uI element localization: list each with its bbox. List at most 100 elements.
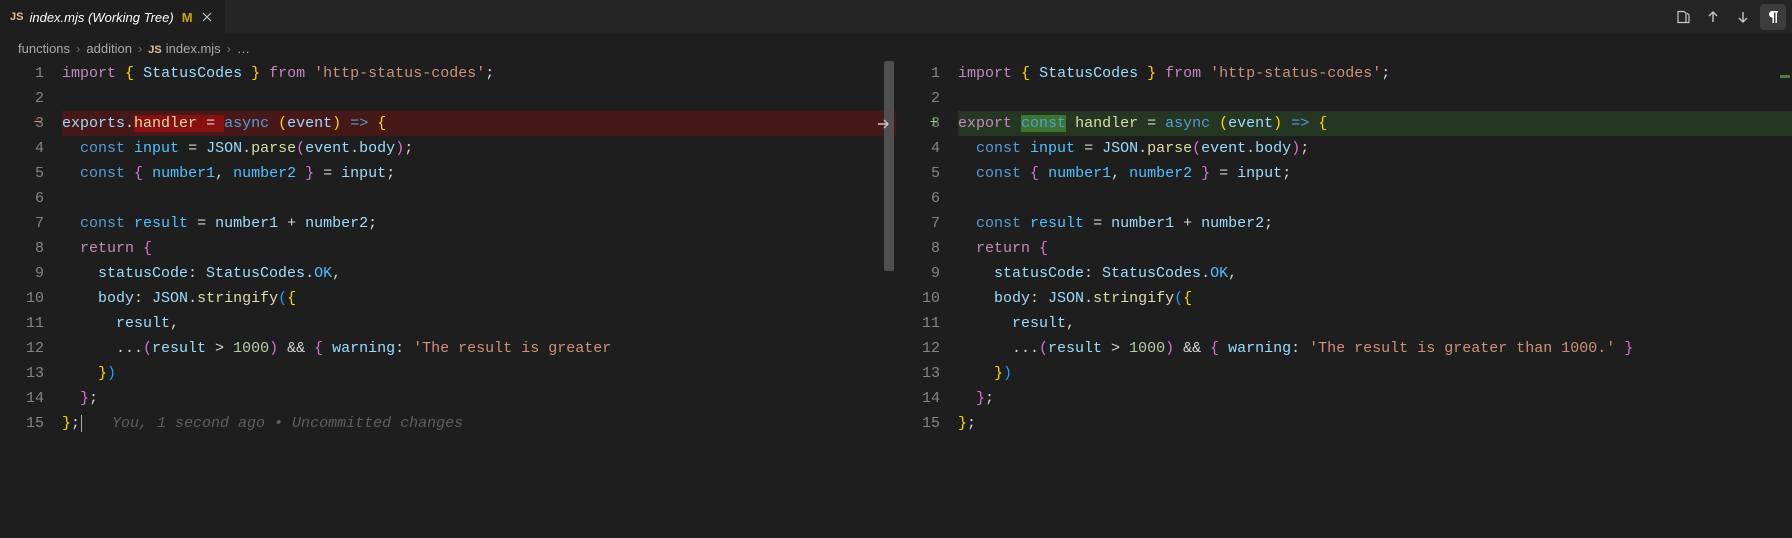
code-line[interactable]: ...(result > 1000) && { warning: 'The re… xyxy=(62,336,896,361)
line-number: 7 xyxy=(0,211,44,236)
line-number: 4 xyxy=(0,136,44,161)
line-gutter: 123456789101112131415 xyxy=(896,61,958,538)
code-line[interactable]: }) xyxy=(958,361,1792,386)
text-cursor xyxy=(81,415,82,432)
code-line[interactable]: statusCode: StatusCodes.OK, xyxy=(62,261,896,286)
line-number: 10 xyxy=(0,286,44,311)
line-number: 6 xyxy=(896,186,940,211)
line-number: 2 xyxy=(896,86,940,111)
line-number: 12 xyxy=(0,336,44,361)
next-change-button[interactable] xyxy=(1730,4,1756,30)
code-line[interactable]: const input = JSON.parse(event.body); xyxy=(958,136,1792,161)
breadcrumb-segment[interactable]: functions xyxy=(18,41,70,56)
code-line[interactable]: const result = number1 + number2; xyxy=(958,211,1792,236)
line-number: 2 xyxy=(0,86,44,111)
line-number: 11 xyxy=(0,311,44,336)
open-file-button[interactable] xyxy=(1670,4,1696,30)
code-line[interactable]: export const handler = async (event) => … xyxy=(958,111,1792,136)
arrow-down-icon xyxy=(1735,9,1751,25)
previous-change-button[interactable] xyxy=(1700,4,1726,30)
line-number: 12 xyxy=(896,336,940,361)
line-number: 15 xyxy=(896,411,940,436)
code-line[interactable] xyxy=(62,186,896,211)
line-gutter: 123456789101112131415 xyxy=(0,61,62,538)
arrow-right-icon xyxy=(875,116,891,132)
editor-tab[interactable]: JS index.mjs (Working Tree) M xyxy=(0,0,226,34)
line-number: 8 xyxy=(896,236,940,261)
code-line[interactable]: import { StatusCodes } from 'http-status… xyxy=(958,61,1792,86)
code-line[interactable]: result, xyxy=(62,311,896,336)
code-line[interactable]: return { xyxy=(62,236,896,261)
line-number: 5 xyxy=(896,161,940,186)
code-line[interactable] xyxy=(958,86,1792,111)
chevron-right-icon: › xyxy=(138,41,142,56)
code-line[interactable]: };You, 1 second ago • Uncommitted change… xyxy=(62,411,896,436)
breadcrumb-segment[interactable]: addition xyxy=(86,41,132,56)
code-line[interactable]: statusCode: StatusCodes.OK, xyxy=(958,261,1792,286)
code-line[interactable]: result, xyxy=(958,311,1792,336)
scrollbar-thumb[interactable] xyxy=(884,61,894,271)
line-number: 3 xyxy=(896,111,940,136)
code-line[interactable]: exports.handler = async (event) => { xyxy=(62,111,896,136)
chevron-right-icon: › xyxy=(227,41,231,56)
code-line[interactable]: const result = number1 + number2; xyxy=(62,211,896,236)
breadcrumb-file-label: index.mjs xyxy=(166,41,221,56)
editor-toolbar xyxy=(1670,4,1786,30)
code-line[interactable]: }; xyxy=(62,386,896,411)
pilcrow-icon xyxy=(1765,9,1781,25)
js-file-icon: JS xyxy=(10,11,23,23)
line-number: 4 xyxy=(896,136,940,161)
code-line[interactable]: body: JSON.stringify({ xyxy=(958,286,1792,311)
tab-bar: JS index.mjs (Working Tree) M xyxy=(0,0,1792,35)
chevron-right-icon: › xyxy=(76,41,80,56)
close-tab-button[interactable] xyxy=(199,9,215,25)
line-number: 9 xyxy=(896,261,940,286)
code-line[interactable]: const { number1, number2 } = input; xyxy=(62,161,896,186)
line-number: 1 xyxy=(0,61,44,86)
code-line[interactable]: }; xyxy=(958,411,1792,436)
code-line[interactable]: }; xyxy=(958,386,1792,411)
line-number: 14 xyxy=(896,386,940,411)
toggle-whitespace-button[interactable] xyxy=(1760,4,1786,30)
line-number: 11 xyxy=(896,311,940,336)
code-line[interactable] xyxy=(62,86,896,111)
line-number: 7 xyxy=(896,211,940,236)
line-number: 15 xyxy=(0,411,44,436)
tab-title: index.mjs (Working Tree) xyxy=(29,10,173,25)
diff-overview-marker xyxy=(1780,75,1790,78)
code-line[interactable]: body: JSON.stringify({ xyxy=(62,286,896,311)
scrollbar[interactable] xyxy=(1778,61,1792,538)
code-line[interactable] xyxy=(958,186,1792,211)
code-line[interactable]: const { number1, number2 } = input; xyxy=(958,161,1792,186)
line-number: 3 xyxy=(0,111,44,136)
breadcrumb: functions › addition › JS index.mjs › … xyxy=(0,35,1792,61)
code-area[interactable]: import { StatusCodes } from 'http-status… xyxy=(958,61,1792,538)
line-number: 6 xyxy=(0,186,44,211)
diff-editor: 123456789101112131415 import { StatusCod… xyxy=(0,61,1792,538)
close-icon xyxy=(199,9,215,25)
line-number: 8 xyxy=(0,236,44,261)
git-blame-annotation: You, 1 second ago • Uncommitted changes xyxy=(112,415,463,432)
line-number: 5 xyxy=(0,161,44,186)
line-number: 13 xyxy=(896,361,940,386)
revert-change-button[interactable] xyxy=(870,111,896,136)
code-line[interactable]: import { StatusCodes } from 'http-status… xyxy=(62,61,896,86)
diff-pane-original[interactable]: 123456789101112131415 import { StatusCod… xyxy=(0,61,896,538)
line-number: 1 xyxy=(896,61,940,86)
line-number: 13 xyxy=(0,361,44,386)
diff-pane-modified[interactable]: 123456789101112131415 import { StatusCod… xyxy=(896,61,1792,538)
line-number: 9 xyxy=(0,261,44,286)
line-number: 10 xyxy=(896,286,940,311)
arrow-up-icon xyxy=(1705,9,1721,25)
breadcrumb-file[interactable]: JS index.mjs xyxy=(148,41,220,56)
code-line[interactable]: }) xyxy=(62,361,896,386)
line-number: 14 xyxy=(0,386,44,411)
code-line[interactable]: const input = JSON.parse(event.body); xyxy=(62,136,896,161)
code-line[interactable]: return { xyxy=(958,236,1792,261)
open-file-icon xyxy=(1675,9,1691,25)
modified-badge: M xyxy=(182,10,193,25)
code-area[interactable]: import { StatusCodes } from 'http-status… xyxy=(62,61,896,538)
breadcrumb-more[interactable]: … xyxy=(237,41,250,56)
js-file-icon: JS xyxy=(148,44,161,56)
code-line[interactable]: ...(result > 1000) && { warning: 'The re… xyxy=(958,336,1792,361)
